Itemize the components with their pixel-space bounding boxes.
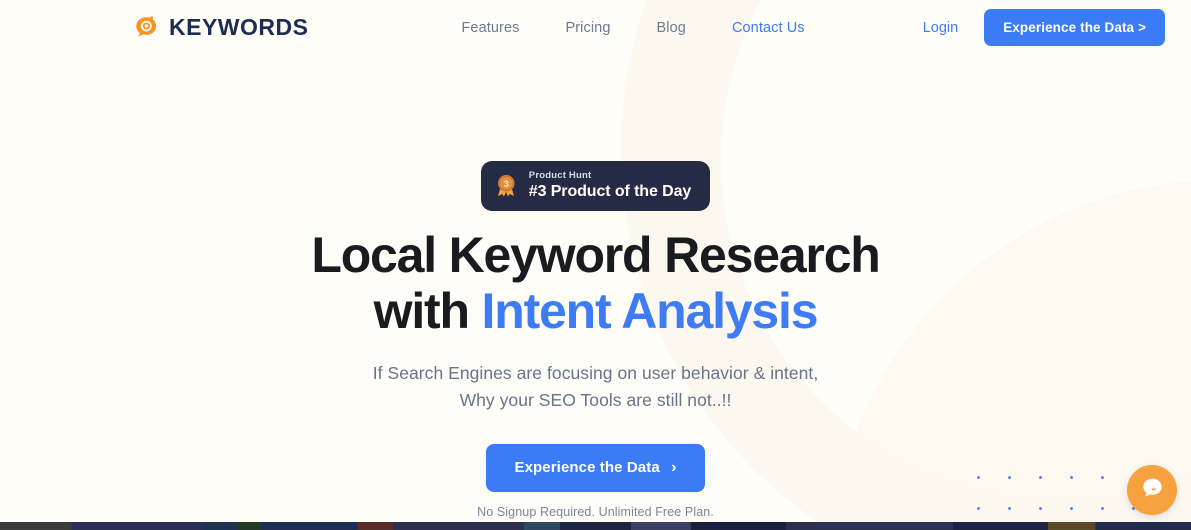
hero-cta-label: Experience the Data [514,459,660,477]
hero-subtitle-line-1: If Search Engines are focusing on user b… [372,362,819,383]
chat-widget-button[interactable] [1127,465,1177,515]
hero-cta-group: Experience the Data › No Signup Required… [0,444,1191,519]
hero-subtitle: If Search Engines are focusing on user b… [0,360,1191,414]
chat-bubble-icon [1140,475,1165,505]
product-hunt-badge[interactable]: 3 Product Hunt #3 Product of the Day [480,161,711,211]
hero-section: 3 Product Hunt #3 Product of the Day Loc… [0,55,1191,519]
brand-name: KEYWORDS [169,14,309,40]
headline-line-2: with Intent Analysis [0,283,1191,339]
product-hunt-eyebrow: Product Hunt [528,170,592,181]
nav-item-pricing[interactable]: Pricing [565,20,610,36]
headline-accent: Intent Analysis [481,282,819,339]
headline-line-1: Local Keyword Research [311,226,880,283]
header-actions: Login Experience the Data > [923,9,1165,46]
keywords-bubble-logo-icon [133,14,160,41]
product-hunt-badge-text: Product Hunt #3 Product of the Day [529,170,691,202]
medal-icon: 3 [494,173,519,199]
main-navigation: Features Pricing Blog Contact Us [461,20,804,36]
chevron-right-icon: › [671,459,677,477]
landing-page: KEYWORDS Features Pricing Blog Contact U… [0,0,1191,530]
login-link[interactable]: Login [923,20,958,36]
hero-subtitle-line-2: Why your SEO Tools are still not..!! [459,390,732,410]
nav-item-features[interactable]: Features [461,20,519,36]
svg-text:3: 3 [504,179,509,189]
page-title: Local Keyword Research with Intent Analy… [0,227,1191,339]
product-hunt-title: #3 Product of the Day [528,182,692,200]
hero-experience-data-button[interactable]: Experience the Data › [486,444,705,493]
nav-item-contact-us[interactable]: Contact Us [732,20,805,36]
header-experience-data-button[interactable]: Experience the Data > [984,9,1165,46]
hero-cta-note: No Signup Required. Unlimited Free Plan. [477,505,714,520]
page-bottom-edge [0,522,1191,530]
brand-logo[interactable]: KEYWORDS [133,14,308,41]
site-header: KEYWORDS Features Pricing Blog Contact U… [0,0,1191,55]
headline-prefix: with [373,282,482,339]
nav-item-blog[interactable]: Blog [657,20,686,36]
